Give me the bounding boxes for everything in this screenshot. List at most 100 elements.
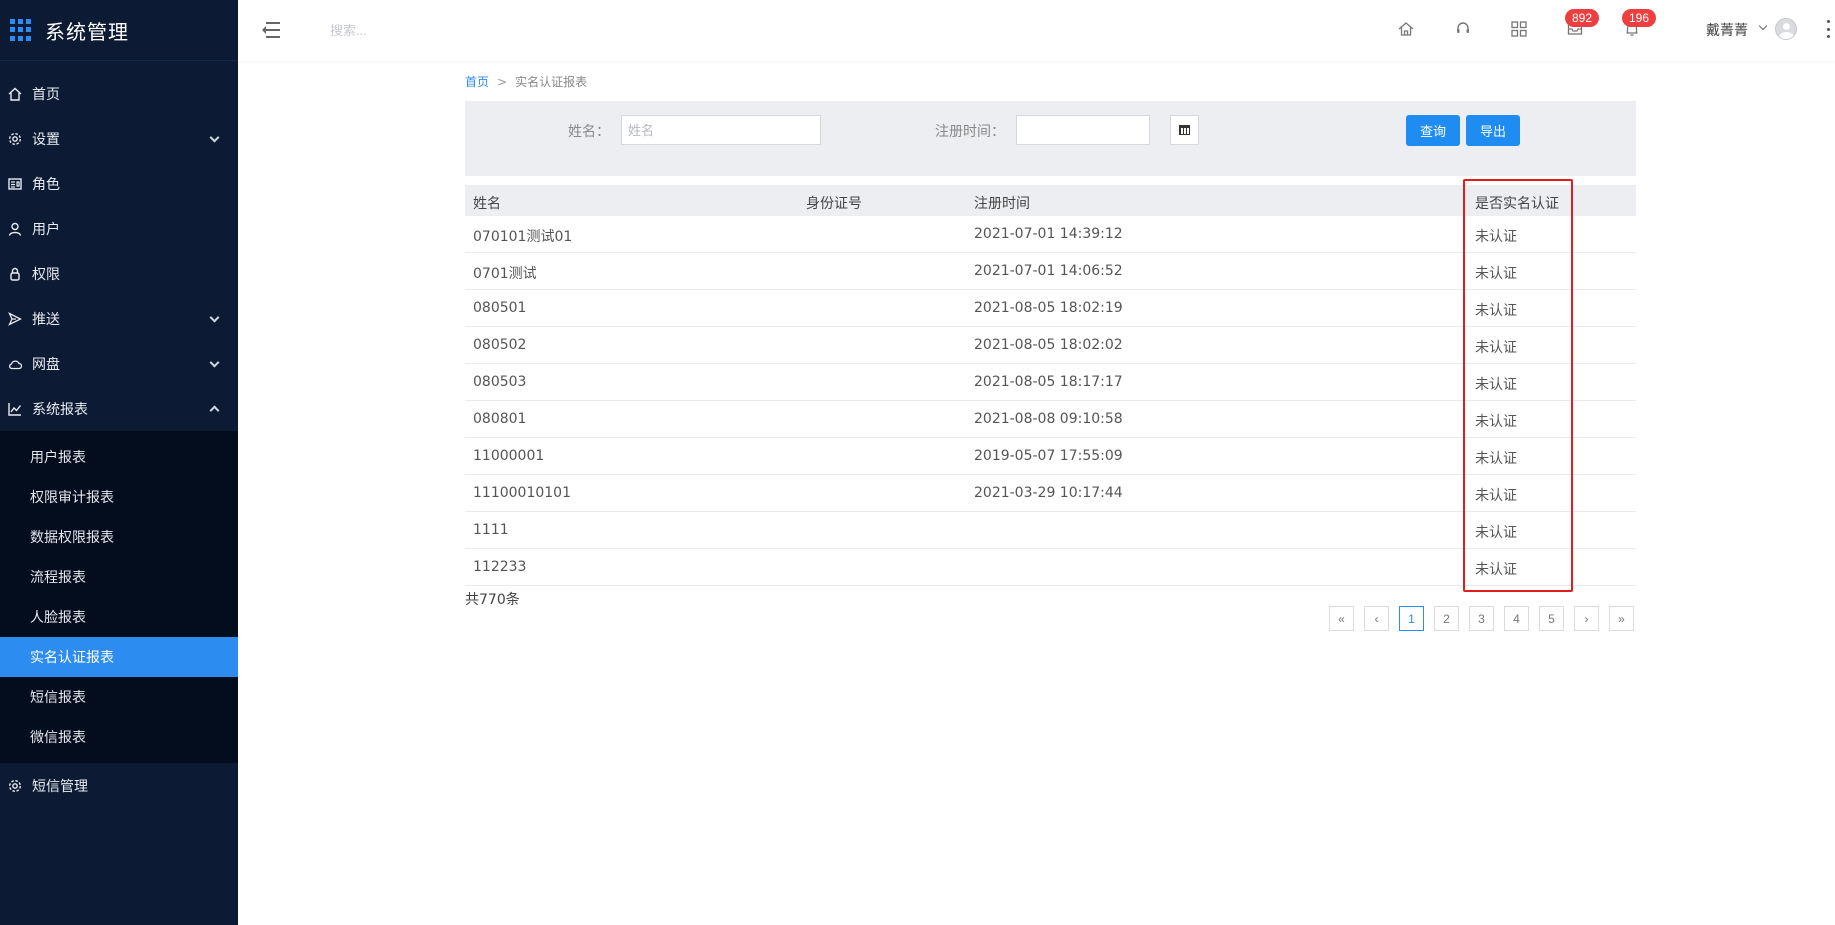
submenu-item-data-permission-report[interactable]: 数据权限报表 — [0, 517, 238, 557]
page-button-1[interactable]: 1 — [1399, 606, 1424, 631]
column-header-name[interactable]: 姓名 — [473, 193, 501, 213]
cell-name: 11000001 — [473, 448, 545, 464]
query-button[interactable]: 查询 — [1406, 115, 1461, 146]
notification-badge: 196 — [1622, 9, 1656, 27]
cell-name: 1111 — [473, 522, 509, 538]
sidebar-item-label: 用户 — [32, 221, 60, 238]
sidebar-item-netdisk[interactable]: 网盘 — [0, 341, 238, 386]
cell-register-time: 2021-08-08 09:10:58 — [974, 411, 1123, 427]
sidebar: 系统管理 首页 设置 角色 用户 权限 推送 网盘 系统报表 用户报表 权限审计… — [0, 0, 238, 925]
sidebar-item-sms-management[interactable]: 短信管理 — [0, 763, 238, 808]
submenu-item-sms-report[interactable]: 短信报表 — [0, 677, 238, 717]
apps-grid-icon[interactable] — [10, 19, 32, 41]
table-row[interactable]: 080503 2021-08-05 18:17:17 未认证 — [465, 364, 1636, 401]
lock-icon — [8, 267, 22, 281]
register-time-input[interactable] — [1016, 115, 1150, 145]
menu-toggle-icon[interactable] — [262, 22, 280, 38]
register-time-label: 注册时间： — [935, 124, 1005, 140]
home-icon[interactable] — [1397, 20, 1415, 38]
column-header-verified[interactable]: 是否实名认证 — [1475, 193, 1559, 213]
sidebar-item-roles[interactable]: 角色 — [0, 161, 238, 206]
cell-name: 112233 — [473, 559, 527, 575]
cell-verified-status: 未认证 — [1475, 266, 1517, 282]
cell-register-time: 2021-07-01 14:39:12 — [974, 226, 1123, 242]
headset-icon[interactable] — [1454, 20, 1472, 38]
cell-name: 080502 — [473, 337, 527, 353]
sidebar-item-permissions[interactable]: 权限 — [0, 251, 238, 296]
cell-register-time: 2021-08-05 18:17:17 — [974, 374, 1123, 390]
table-row[interactable]: 080502 2021-08-05 18:02:02 未认证 — [465, 327, 1636, 364]
cell-register-time: 2019-05-07 17:55:09 — [974, 448, 1123, 464]
username[interactable]: 戴菁菁 — [1706, 20, 1748, 40]
table-row[interactable]: 112233 未认证 — [465, 549, 1636, 586]
sidebar-item-home[interactable]: 首页 — [0, 71, 238, 116]
page-button-4[interactable]: 4 — [1504, 606, 1529, 631]
breadcrumb: 首页 > 实名认证报表 — [465, 73, 587, 90]
table-row[interactable]: 1111 未认证 — [465, 512, 1636, 549]
prev-page-button[interactable]: ‹ — [1364, 606, 1389, 631]
table-row[interactable]: 070101测试01 2021-07-01 14:39:12 未认证 — [465, 216, 1636, 253]
breadcrumb-separator: > — [497, 75, 508, 89]
breadcrumb-home-link[interactable]: 首页 — [465, 75, 489, 89]
realname-report-table: 姓名 身份证号 注册时间 是否实名认证 070101测试01 2021-07-0… — [465, 179, 1636, 592]
sidebar-item-label: 首页 — [32, 86, 60, 103]
app-title: 系统管理 — [45, 19, 129, 44]
cell-verified-status: 未认证 — [1475, 229, 1517, 245]
more-vertical-icon[interactable] — [1827, 20, 1831, 38]
name-filter-input[interactable] — [621, 115, 821, 145]
table-row[interactable]: 11100010101 2021-03-29 10:17:44 未认证 — [465, 475, 1636, 512]
cell-name: 070101测试01 — [473, 229, 573, 245]
submenu-item-user-report[interactable]: 用户报表 — [0, 437, 238, 477]
first-page-button[interactable]: « — [1329, 606, 1354, 631]
cell-register-time: 2021-08-05 18:02:02 — [974, 337, 1123, 353]
column-header-register-time[interactable]: 注册时间 — [974, 193, 1030, 213]
table-row[interactable]: 080501 2021-08-05 18:02:19 未认证 — [465, 290, 1636, 327]
mail-badge: 892 — [1565, 9, 1599, 27]
submenu-item-permission-audit-report[interactable]: 权限审计报表 — [0, 477, 238, 517]
sidebar-menu-bottom: 短信管理 — [0, 763, 238, 808]
sidebar-item-users[interactable]: 用户 — [0, 206, 238, 251]
pagination: « ‹ 1 2 3 4 5 › » — [1329, 606, 1644, 631]
page-button-2[interactable]: 2 — [1434, 606, 1459, 631]
last-page-button[interactable]: » — [1609, 606, 1634, 631]
page-button-5[interactable]: 5 — [1539, 606, 1564, 631]
cell-verified-status: 未认证 — [1475, 377, 1517, 393]
submenu-item-face-report[interactable]: 人脸报表 — [0, 597, 238, 637]
reports-submenu: 用户报表 权限审计报表 数据权限报表 流程报表 人脸报表 实名认证报表 短信报表… — [0, 431, 238, 763]
sidebar-item-settings[interactable]: 设置 — [0, 116, 238, 161]
sidebar-item-label: 设置 — [32, 131, 60, 148]
page-button-3[interactable]: 3 — [1469, 606, 1494, 631]
submenu-item-realname-report[interactable]: 实名认证报表 — [0, 637, 238, 677]
id-card-icon — [8, 177, 22, 191]
sidebar-item-reports[interactable]: 系统报表 — [0, 386, 238, 431]
submenu-item-wechat-report[interactable]: 微信报表 — [0, 717, 238, 757]
gear-icon — [8, 779, 22, 793]
gear-icon — [8, 132, 22, 146]
cell-verified-status: 未认证 — [1475, 488, 1517, 504]
table-header: 姓名 身份证号 注册时间 是否实名认证 — [465, 185, 1636, 216]
sidebar-item-label: 推送 — [32, 311, 60, 328]
table-row[interactable]: 0701测试 2021-07-01 14:06:52 未认证 — [465, 253, 1636, 290]
export-button[interactable]: 导出 — [1466, 115, 1521, 146]
home-icon — [8, 87, 22, 101]
top-header: 892 196 戴菁菁 — [238, 0, 1835, 61]
avatar[interactable] — [1775, 18, 1797, 40]
sidebar-menu: 首页 设置 角色 用户 权限 推送 网盘 系统报表 — [0, 71, 238, 431]
calendar-button[interactable] — [1170, 115, 1199, 145]
apps-grid-icon[interactable] — [1510, 20, 1528, 38]
breadcrumb-current: 实名认证报表 — [515, 75, 588, 89]
chevron-up-icon — [209, 404, 220, 415]
sidebar-item-push[interactable]: 推送 — [0, 296, 238, 341]
cell-name: 0701测试 — [473, 266, 537, 282]
cell-name: 080503 — [473, 374, 527, 390]
submenu-item-workflow-report[interactable]: 流程报表 — [0, 557, 238, 597]
table-row[interactable]: 11000001 2019-05-07 17:55:09 未认证 — [465, 438, 1636, 475]
chevron-down-icon — [209, 357, 220, 368]
next-page-button[interactable]: › — [1574, 606, 1599, 631]
sidebar-item-label: 网盘 — [32, 356, 60, 373]
table-row[interactable]: 080801 2021-08-08 09:10:58 未认证 — [465, 401, 1636, 438]
cell-name: 080801 — [473, 411, 527, 427]
chevron-down-icon[interactable] — [1758, 21, 1768, 31]
search-input[interactable] — [330, 18, 530, 42]
column-header-id-number[interactable]: 身份证号 — [806, 193, 862, 213]
